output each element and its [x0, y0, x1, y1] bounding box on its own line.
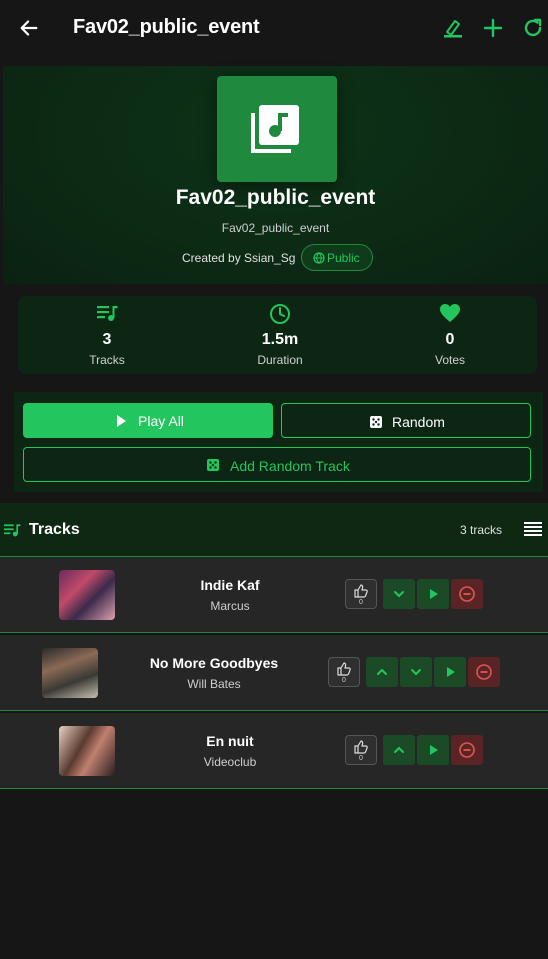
play-icon — [430, 745, 438, 755]
track-artist: Marcus — [210, 599, 250, 613]
thumb-up-icon — [354, 584, 368, 598]
move-down-button[interactable] — [400, 657, 432, 687]
track-title: Indie Kaf — [200, 577, 260, 593]
play-icon — [447, 667, 455, 677]
track-artwork — [42, 648, 98, 698]
upvote-button[interactable]: 0 — [328, 657, 360, 687]
heart-icon — [440, 304, 460, 322]
chevron-up-icon — [394, 747, 404, 753]
chevron-down-icon — [411, 669, 421, 675]
tracks-header: Tracks 3 tracks — [0, 503, 548, 557]
duration-value: 1.5m — [261, 331, 299, 348]
tracks-count-label: 3 tracks — [460, 523, 503, 537]
menu-icon[interactable] — [524, 522, 542, 536]
arrow-left-icon[interactable] — [18, 17, 40, 39]
visibility-badge: Public — [301, 244, 373, 271]
remove-track-button[interactable] — [468, 657, 500, 687]
track-title: No More Goodbyes — [149, 655, 279, 671]
created-by-label: Created by Ssian_Sg — [182, 251, 296, 265]
refresh-icon[interactable] — [521, 16, 545, 40]
playlist-cover — [217, 76, 337, 182]
music-library-icon — [251, 105, 299, 153]
playlist-hero: Fav02_public_event Fav02_public_event Cr… — [3, 66, 548, 284]
track-artwork — [59, 726, 115, 776]
play-track-button[interactable] — [417, 735, 449, 765]
chevron-down-icon — [394, 591, 404, 597]
votes-label: Votes — [434, 353, 466, 367]
track-row[interactable]: No More Goodbyes Will Bates 0 — [0, 635, 548, 711]
playlist-music-icon — [4, 524, 21, 537]
thumb-up-icon — [354, 740, 368, 754]
play-track-button[interactable] — [434, 657, 466, 687]
remove-track-button[interactable] — [451, 579, 483, 609]
page-title: Fav02_public_event — [73, 16, 260, 38]
vote-count: 0 — [359, 599, 363, 606]
play-track-button[interactable] — [417, 579, 449, 609]
move-down-button[interactable] — [383, 579, 415, 609]
dice-icon — [370, 416, 382, 428]
visibility-label: Public — [327, 251, 360, 265]
track-artist: Will Bates — [187, 677, 241, 691]
plus-icon[interactable] — [481, 16, 505, 40]
duration-label: Duration — [257, 353, 303, 367]
play-all-button[interactable]: Play All — [23, 403, 273, 438]
upvote-button[interactable]: 0 — [345, 579, 377, 609]
play-all-label: Play All — [138, 413, 184, 429]
track-row[interactable]: En nuit Videoclub 0 — [0, 713, 548, 789]
stat-duration: 1.5m Duration — [210, 296, 350, 374]
action-panel: Play All Random Add Random Track — [14, 392, 543, 492]
playlist-stats: 3 Tracks 1.5m Duration 0 Votes — [18, 296, 537, 374]
tracks-count: 3 — [102, 331, 112, 348]
clock-icon — [270, 304, 290, 324]
play-icon — [430, 589, 438, 599]
move-up-button[interactable] — [383, 735, 415, 765]
random-label: Random — [392, 414, 445, 430]
tracks-title: Tracks — [29, 521, 80, 538]
thumb-up-icon — [337, 662, 351, 676]
playlist-title: Fav02_public_event — [175, 186, 376, 209]
track-artwork — [59, 570, 115, 620]
edit-icon[interactable] — [441, 16, 465, 40]
upvote-button[interactable]: 0 — [345, 735, 377, 765]
remove-circle-icon — [459, 742, 475, 758]
globe-icon — [313, 252, 325, 264]
remove-track-button[interactable] — [451, 735, 483, 765]
vote-count: 0 — [342, 677, 346, 684]
add-random-track-button[interactable]: Add Random Track — [23, 447, 531, 482]
track-row[interactable]: Indie Kaf Marcus 0 — [0, 557, 548, 633]
add-random-track-label: Add Random Track — [230, 458, 350, 474]
track-artist: Videoclub — [203, 755, 257, 769]
play-icon — [117, 415, 126, 427]
move-up-button[interactable] — [366, 657, 398, 687]
dice-icon — [207, 459, 219, 471]
remove-circle-icon — [459, 586, 475, 602]
playlist-music-icon — [97, 306, 118, 321]
chevron-up-icon — [377, 669, 387, 675]
playlist-description: Fav02_public_event — [221, 221, 330, 235]
tracks-label: Tracks — [89, 353, 125, 367]
top-bar: Fav02_public_event — [0, 0, 548, 58]
votes-count: 0 — [445, 331, 455, 348]
stat-tracks: 3 Tracks — [37, 296, 177, 374]
remove-circle-icon — [476, 664, 492, 680]
vote-count: 0 — [359, 755, 363, 762]
random-button[interactable]: Random — [281, 403, 531, 438]
stat-votes: 0 Votes — [380, 296, 520, 374]
track-title: En nuit — [206, 733, 254, 749]
